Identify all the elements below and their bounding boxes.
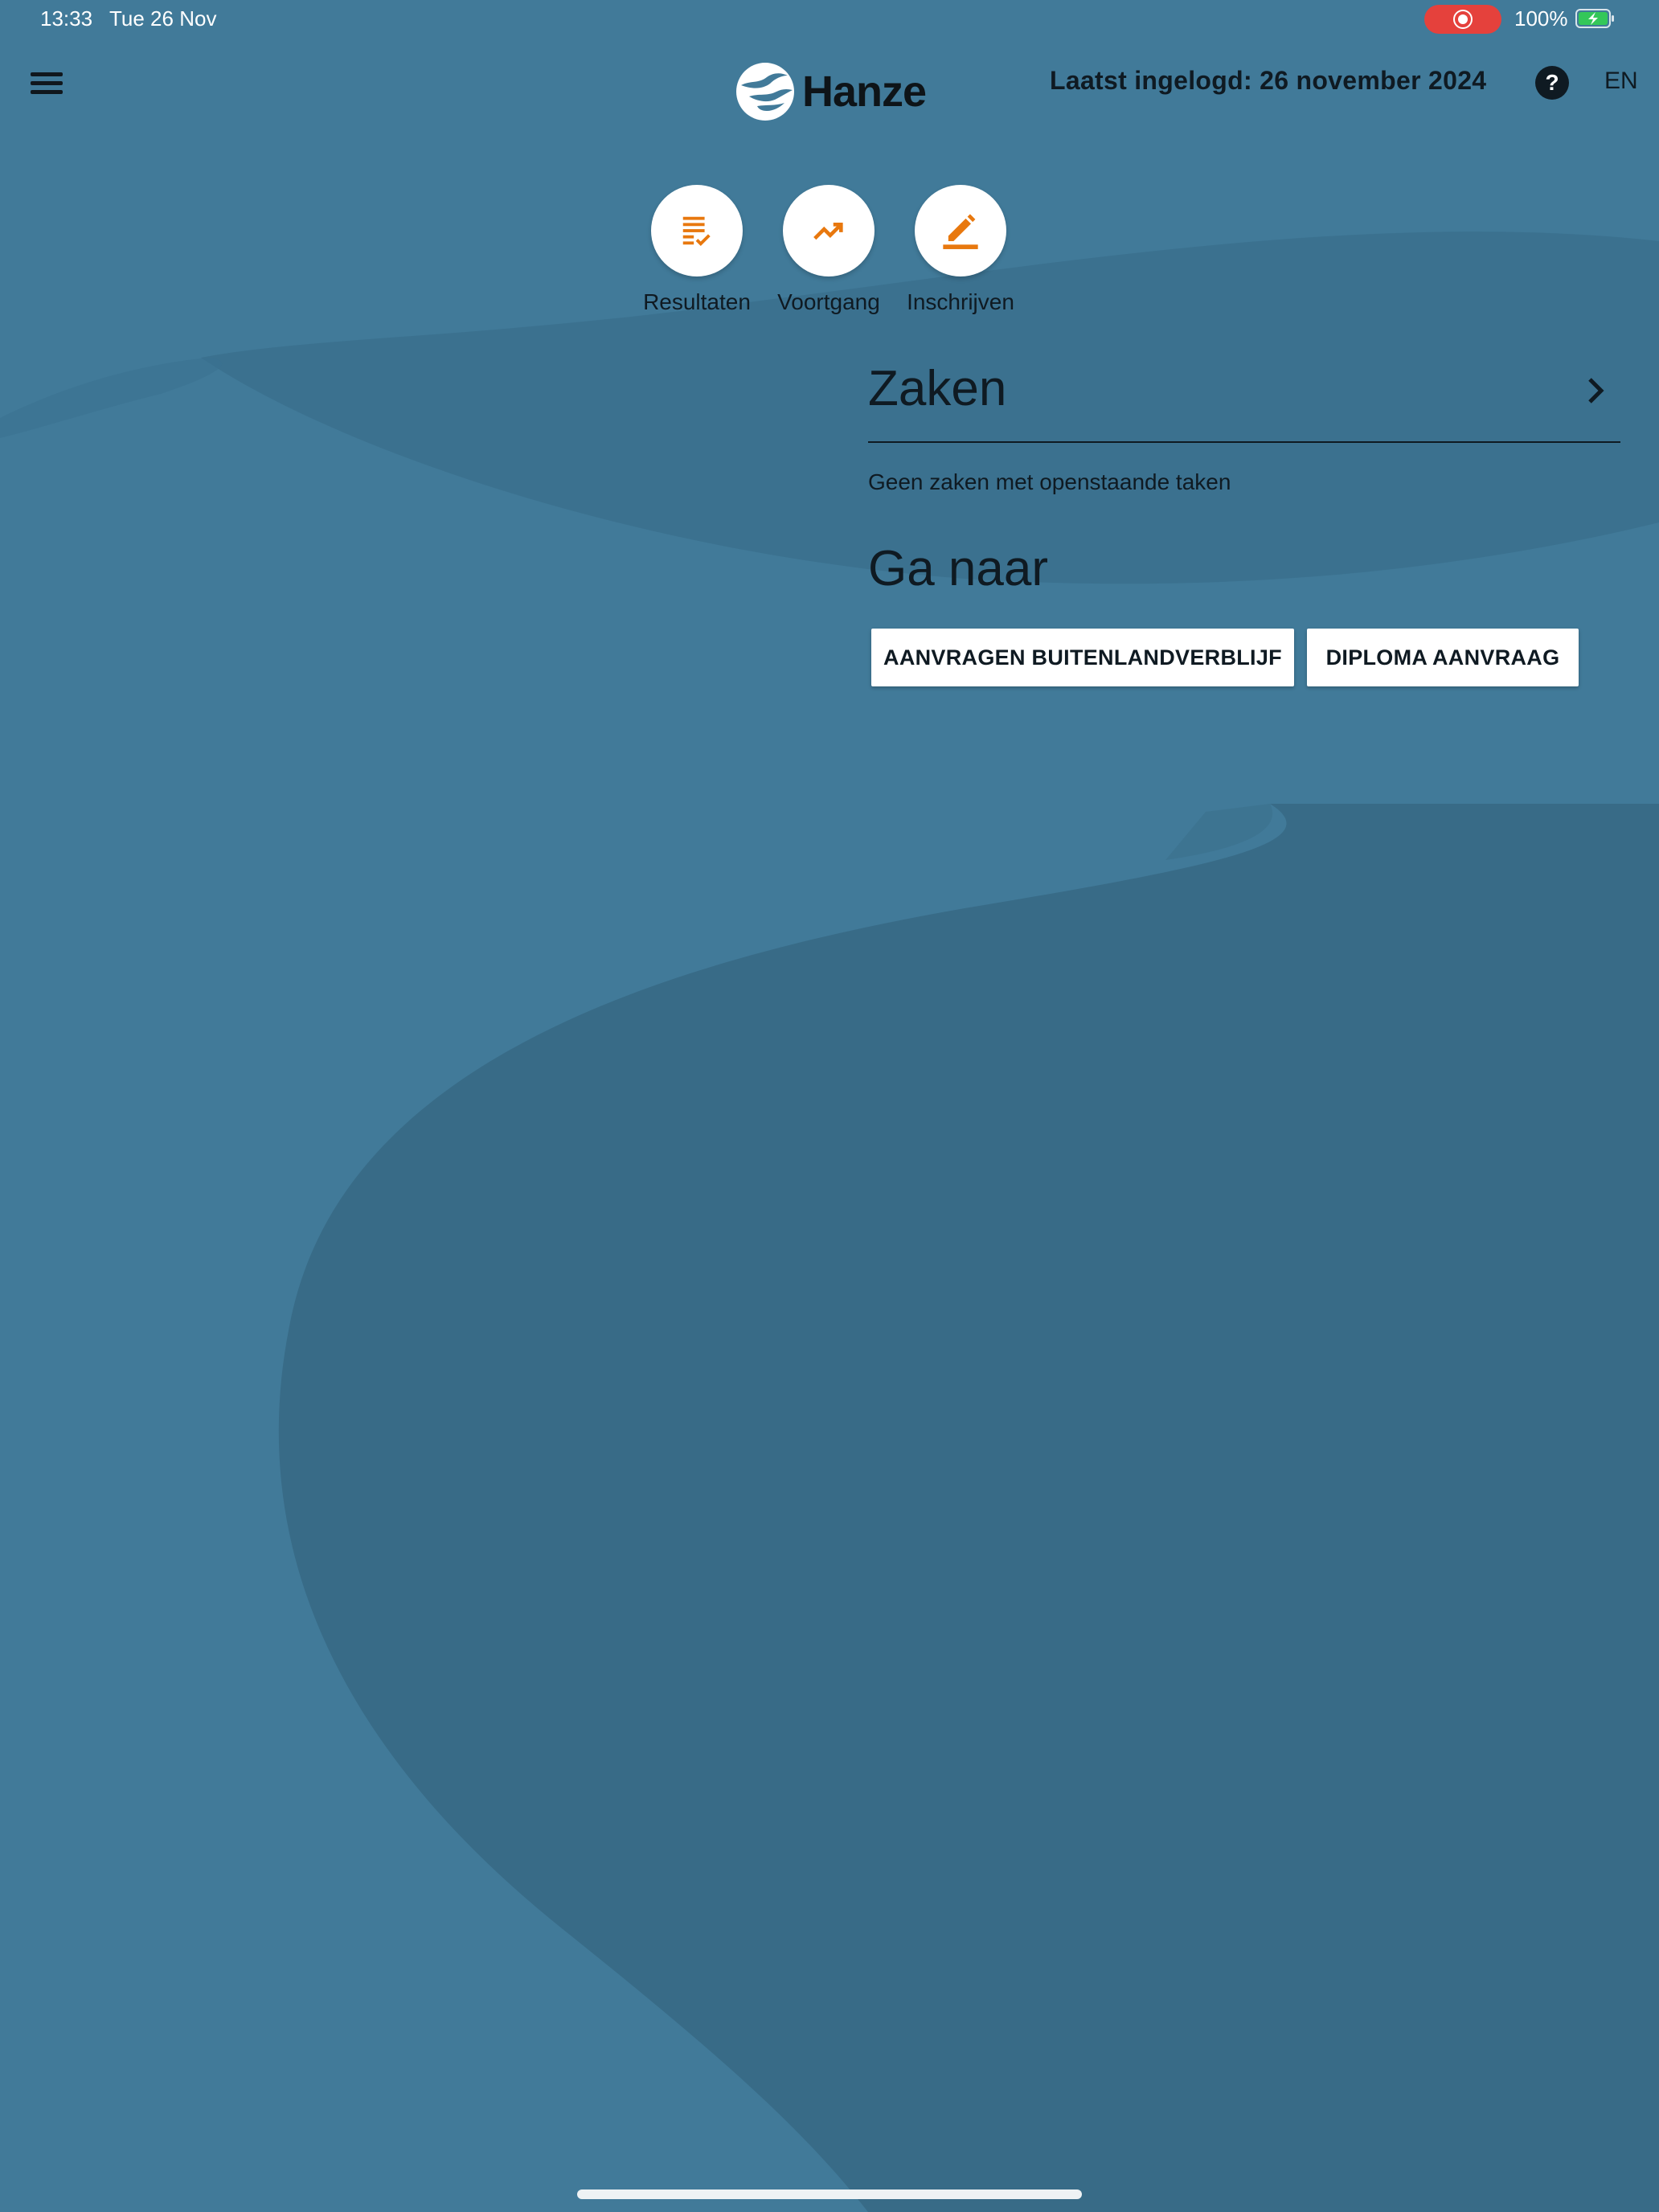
- hanze-logo[interactable]: Hanze: [735, 59, 927, 124]
- hamburger-menu-icon[interactable]: [31, 68, 64, 96]
- quick-action-label: Voortgang: [777, 289, 880, 314]
- logo-text: Hanze: [802, 68, 927, 116]
- resultaten-button[interactable]: [651, 185, 743, 276]
- voortgang-button[interactable]: [783, 185, 875, 276]
- battery-percent: 100%: [1514, 6, 1568, 31]
- diploma-aanvraag-button[interactable]: DIPLOMA AANVRAAG: [1307, 629, 1579, 686]
- trending-up-icon: [813, 223, 843, 240]
- help-icon[interactable]: ?: [1535, 66, 1569, 100]
- quick-action-resultaten[interactable]: Resultaten: [633, 185, 761, 315]
- zaken-empty-message: Geen zaken met openstaande taken: [868, 469, 1231, 494]
- inschrijven-button[interactable]: [915, 185, 1006, 276]
- pencil-icon: [943, 214, 978, 249]
- background-dunes: [0, 0, 1659, 2212]
- screen-recording-icon[interactable]: [1424, 5, 1501, 34]
- status-date: Tue 26 Nov: [109, 6, 217, 31]
- ga-naar-title: Ga naar: [868, 541, 1049, 596]
- zaken-title[interactable]: Zaken: [868, 360, 1006, 417]
- chevron-right-icon[interactable]: [1582, 373, 1611, 408]
- battery-charging-icon: [1575, 9, 1614, 28]
- app-screen: 13:33 Tue 26 Nov 100% Hanze Laatst ingel…: [0, 0, 1659, 2212]
- hanze-logo-icon: [736, 63, 794, 121]
- last-login-text: Laatst ingelogd: 26 november 2024: [1050, 66, 1487, 95]
- home-indicator[interactable]: [577, 2189, 1082, 2199]
- language-toggle[interactable]: EN: [1604, 68, 1638, 95]
- quick-action-voortgang[interactable]: Voortgang: [764, 185, 893, 315]
- status-time: 13:33: [40, 6, 93, 31]
- quick-action-label: Resultaten: [643, 289, 751, 314]
- aanvragen-buitenlandverblijf-button[interactable]: AANVRAGEN BUITENLANDVERBLIJF: [871, 629, 1294, 686]
- recording-dot: [1458, 14, 1468, 24]
- zaken-divider: [868, 441, 1620, 443]
- quick-action-label: Inschrijven: [907, 289, 1014, 314]
- quick-action-inschrijven[interactable]: Inschrijven: [896, 185, 1025, 315]
- list-check-icon: [682, 216, 711, 247]
